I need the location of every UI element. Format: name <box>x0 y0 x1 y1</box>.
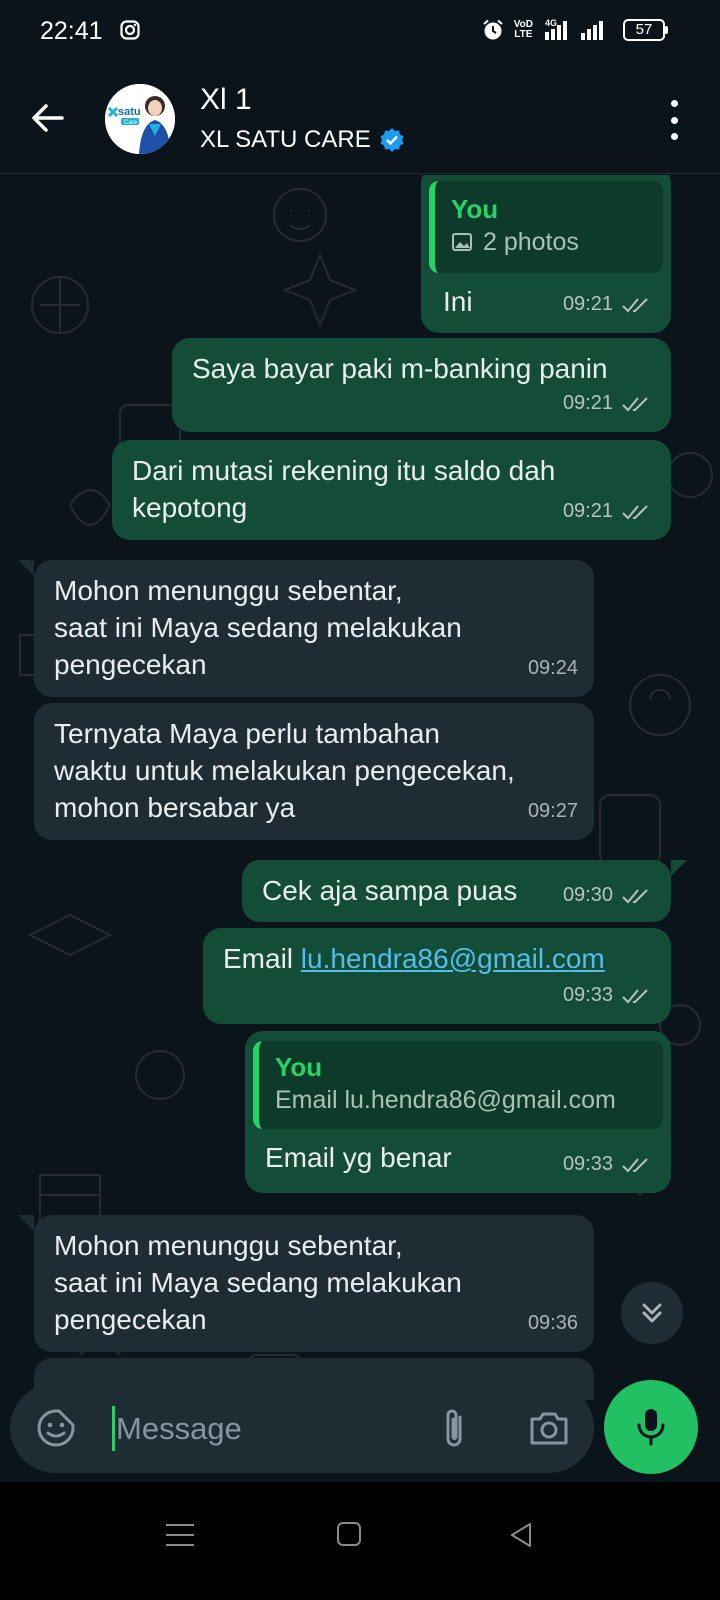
mic-button[interactable] <box>604 1380 698 1474</box>
message-time: 09:33 <box>562 984 613 1006</box>
instagram-icon <box>120 20 140 40</box>
chat-subtitle[interactable]: XL SATU CARE <box>200 126 405 154</box>
bubble-tail <box>671 860 687 876</box>
message-bubble-outgoing[interactable]: Dari mutasi rekening itu saldo dah kepot… <box>112 440 671 540</box>
status-time: 22:41 <box>40 17 103 45</box>
message-text: Mohon menunggu sebentar, saat ini Maya s… <box>54 1230 462 1335</box>
message-meta: 09:30 <box>563 877 655 914</box>
message-text: Email lu.hendra86@gmail.com <box>223 940 651 977</box>
message-meta: 09:24 <box>528 650 578 687</box>
verified-badge-icon <box>380 128 404 152</box>
battery-tip <box>665 26 668 34</box>
message-bubble-outgoing[interactable]: You 2 photos Ini 09:21 <box>421 175 671 333</box>
volte-indicator: VoD LTE <box>514 20 533 40</box>
text-cursor <box>112 1406 115 1451</box>
message-bubble-outgoing[interactable]: You Email lu.hendra86@gmail.com Email yg… <box>245 1031 671 1193</box>
read-ticks-icon <box>622 297 648 312</box>
message-bubble-outgoing[interactable]: Cek aja sampa puas 09:30 <box>242 860 671 922</box>
back-arrow-icon[interactable] <box>26 96 70 140</box>
message-input[interactable] <box>116 1407 416 1451</box>
sticker-icon[interactable] <box>36 1408 76 1448</box>
message-text-prefix: Email <box>223 943 301 974</box>
message-time: 09:27 <box>527 800 578 822</box>
camera-icon[interactable] <box>528 1409 570 1447</box>
email-link[interactable]: lu.hendra86@gmail.com <box>301 943 605 974</box>
alarm-icon <box>483 19 503 40</box>
message-meta: 09:33 <box>563 1146 655 1183</box>
message-meta: 09:27 <box>528 793 578 830</box>
signal-icon: 4G <box>545 18 603 40</box>
mic-icon <box>637 1409 665 1446</box>
message-time: 09:30 <box>562 884 613 906</box>
read-ticks-icon <box>622 1157 648 1172</box>
message-text: Ternyata Maya perlu tambahan waktu untuk… <box>54 718 515 823</box>
battery-level: 57 <box>623 19 665 41</box>
read-ticks-icon <box>622 396 648 411</box>
status-bar: 22:41 VoD LTE 4G 57 <box>0 0 720 62</box>
message-time: 09:21 <box>562 500 613 522</box>
quote-text-label: 2 photos <box>483 228 579 256</box>
message-bubble-incoming[interactable]: Ternyata Maya perlu tambahan waktu untuk… <box>34 703 594 840</box>
quote-text: Email lu.hendra86@gmail.com <box>275 1086 616 1114</box>
quote-author: You <box>275 1052 323 1082</box>
home-icon[interactable] <box>337 1522 361 1546</box>
read-ticks-icon <box>622 988 648 1003</box>
message-time: 09:21 <box>562 293 613 315</box>
bubble-tail <box>18 560 34 576</box>
message-meta: 09:21 <box>563 385 655 422</box>
message-meta: 09:36 <box>528 1305 578 1342</box>
message-meta: 09:33 <box>563 977 655 1014</box>
chat-header: satu Care Xl 1 XL SATU CARE <box>0 62 720 174</box>
message-bubble-outgoing[interactable]: Saya bayar paki m-banking panin 09:21 <box>172 338 671 432</box>
message-bubble-outgoing[interactable]: Email lu.hendra86@gmail.com 09:33 <box>203 928 671 1024</box>
nav-back-icon[interactable] <box>508 1521 534 1549</box>
avatar[interactable]: satu Care <box>105 84 175 154</box>
avatar-logo-sub: Care <box>124 120 138 126</box>
battery-icon: 57 <box>623 19 668 41</box>
attach-icon[interactable] <box>438 1405 470 1451</box>
message-text: Mohon menunggu sebentar, saat ini Maya s… <box>54 575 462 680</box>
message-composer <box>10 1383 594 1473</box>
svg-text:4G: 4G <box>545 18 557 28</box>
message-time: 09:36 <box>527 1312 578 1334</box>
recents-icon[interactable] <box>166 1524 194 1546</box>
status-icons: VoD LTE 4G 57 <box>482 18 668 42</box>
chat-subtitle-text: XL SATU CARE <box>200 126 371 153</box>
message-time: 09:33 <box>562 1153 613 1175</box>
scroll-down-icon <box>642 1303 662 1323</box>
message-bubble-incoming[interactable]: Mohon menunggu sebentar, saat ini Maya s… <box>34 1215 594 1352</box>
message-time: 09:24 <box>527 657 578 679</box>
chat-name[interactable]: Xl 1 <box>200 83 252 117</box>
avatar-logo-text: satu <box>118 106 141 118</box>
photo-icon <box>452 233 472 251</box>
avatar-image: satu Care <box>105 84 175 154</box>
quote-author: You <box>451 194 499 224</box>
read-ticks-icon <box>622 888 648 903</box>
message-bubble-incoming[interactable]: Mohon menunggu sebentar, saat ini Maya s… <box>34 560 594 697</box>
quoted-message[interactable]: You Email lu.hendra86@gmail.com <box>253 1041 663 1129</box>
message-meta: 09:21 <box>563 493 655 530</box>
read-ticks-icon <box>622 504 648 519</box>
quote-text: 2 photos <box>451 225 647 259</box>
message-time: 09:21 <box>562 392 613 414</box>
quoted-message[interactable]: You 2 photos <box>429 181 663 273</box>
scroll-down-button[interactable] <box>621 1282 683 1344</box>
system-nav-bar <box>0 1482 720 1600</box>
message-text: Saya bayar paki m-banking panin <box>192 353 608 384</box>
bubble-tail <box>18 1215 34 1231</box>
more-vert-icon[interactable] <box>668 100 680 140</box>
chat-area[interactable]: You 2 photos Ini 09:21 Saya bayar paki m… <box>0 175 720 1400</box>
volte-label-bottom: LTE <box>514 29 533 40</box>
message-meta: 09:21 <box>563 286 655 323</box>
